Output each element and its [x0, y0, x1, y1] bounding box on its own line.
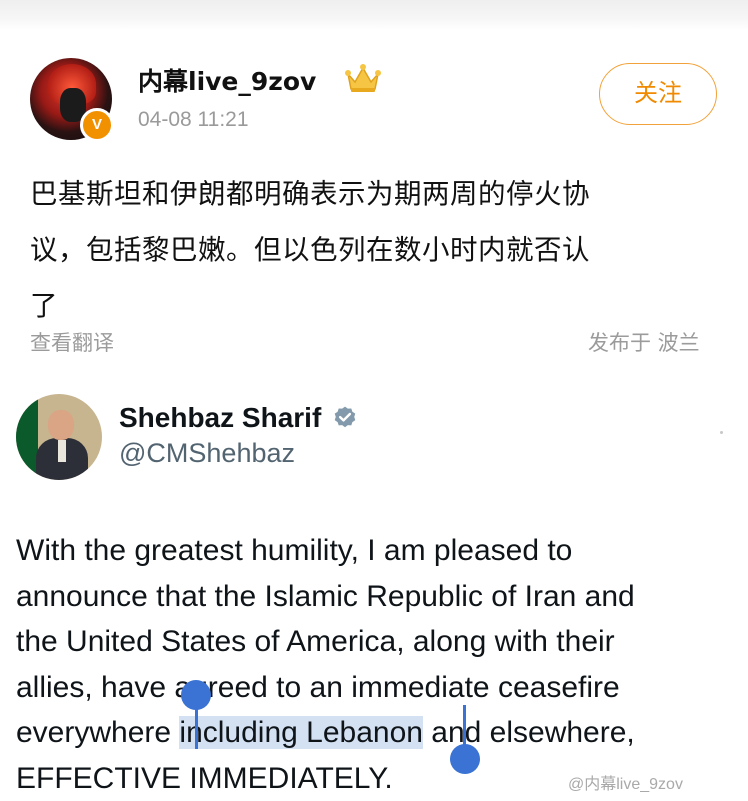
- tweet-line: the United States of America, along with…: [16, 619, 736, 665]
- post-location: 发布于 波兰: [588, 327, 700, 357]
- view-translation-link[interactable]: 查看翻译: [30, 327, 114, 357]
- tweet-line: everywhere including Lebanon and elsewhe…: [16, 710, 736, 756]
- follow-button[interactable]: 关注: [599, 63, 717, 125]
- tweet-line: allies, have agreed to an immediate ceas…: [16, 665, 736, 711]
- selected-text[interactable]: including Lebanon: [179, 716, 423, 749]
- avatar-shirt: [58, 440, 66, 462]
- post-text-line: 巴基斯坦和伊朗都明确表示为期两周的停火协: [30, 166, 720, 222]
- post-timestamp: 04-08 11:21: [138, 108, 249, 132]
- avatar-head: [48, 410, 74, 440]
- verified-v-icon: V: [80, 108, 114, 142]
- tweet-author-name: Shehbaz Sharif: [119, 402, 321, 434]
- tweet-text-segment: and elsewhere,: [423, 716, 635, 749]
- post-text-line: 议，包括黎巴嫩。但以色列在数小时内就否认: [30, 222, 720, 278]
- post-text: 巴基斯坦和伊朗都明确表示为期两周的停火协 议，包括黎巴嫩。但以色列在数小时内就否…: [30, 166, 720, 334]
- tweet-text-segment: everywhere: [16, 716, 179, 749]
- tweet-author-handle: @CMShehbaz: [119, 438, 295, 469]
- crown-icon: [344, 62, 382, 94]
- verified-check-icon: [332, 405, 358, 431]
- top-bar: [0, 0, 748, 30]
- selection-start-handle[interactable]: [181, 680, 211, 710]
- tweet-author-avatar: [16, 394, 102, 480]
- tweet-text[interactable]: With the greatest humility, I am pleased…: [16, 528, 736, 801]
- avatar-flag: [16, 394, 38, 480]
- author-name[interactable]: 内幕live_9zov: [138, 62, 316, 98]
- tweet-line: announce that the Islamic Republic of Ir…: [16, 574, 736, 620]
- selection-start-cursor: [195, 705, 198, 749]
- tweet-menu-dot: [720, 431, 723, 434]
- tweet-line: With the greatest humility, I am pleased…: [16, 528, 736, 574]
- post-text-line: 了: [30, 278, 720, 334]
- selection-end-cursor: [463, 705, 466, 749]
- weibo-watermark: @内幕live_9zov: [568, 770, 683, 794]
- selection-end-handle[interactable]: [450, 744, 480, 774]
